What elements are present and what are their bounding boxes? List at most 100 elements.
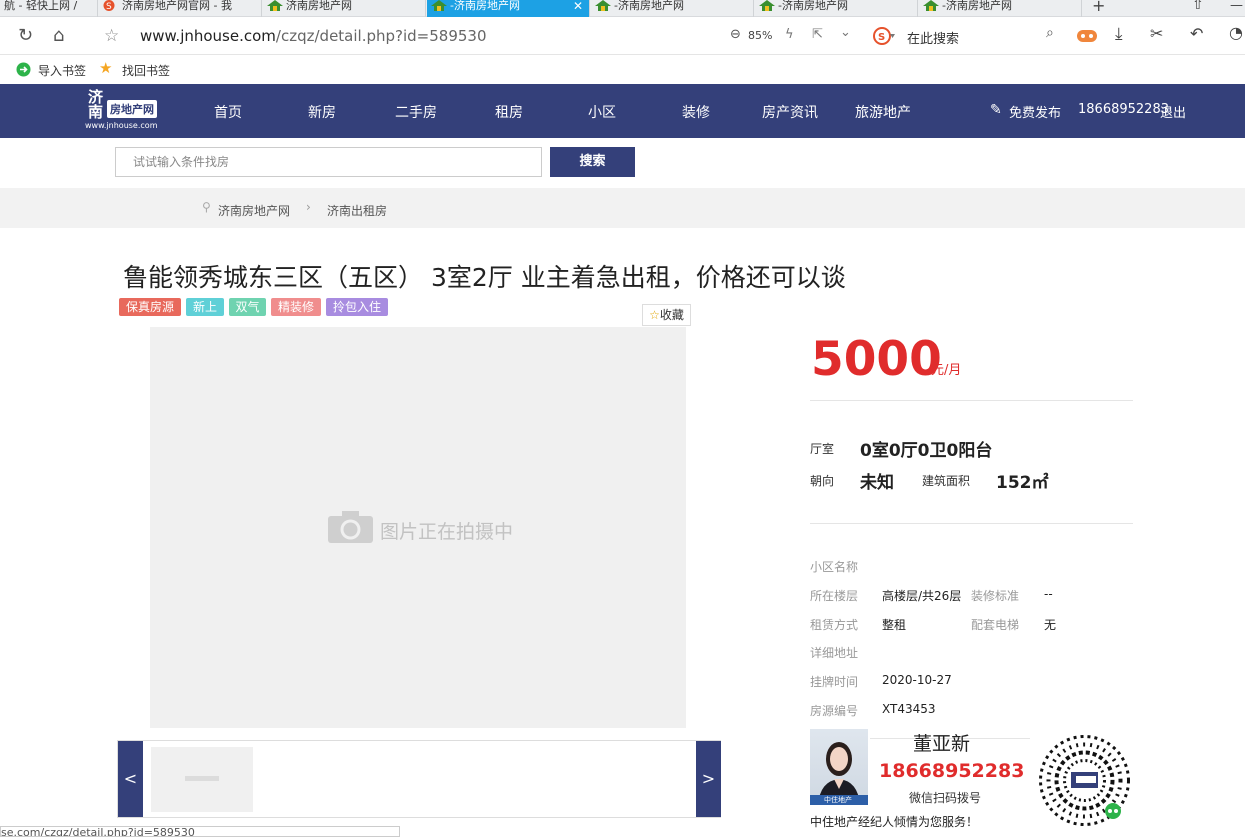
close-tab-icon[interactable]: ✕ <box>573 0 583 12</box>
undo-icon[interactable]: ↶ <box>1190 24 1203 43</box>
download-icon[interactable]: ⤓ <box>1115 24 1123 44</box>
import-icon <box>16 62 31 80</box>
nav-second-hand[interactable]: 二手房 <box>395 102 437 122</box>
status-bar-url: se.com/czqz/detail.php?id=589530 <box>0 826 400 837</box>
listing-code-label: 房源编号 <box>810 704 859 718</box>
nav-new-house[interactable]: 新房 <box>308 102 336 122</box>
agent-portrait-icon <box>810 742 868 805</box>
zoom-level[interactable]: 85% <box>748 29 772 42</box>
layout-value: 0室0厅0卫0阳台 <box>860 441 993 461</box>
location-pin-icon: ⚲ <box>202 200 211 214</box>
house-favicon-icon <box>595 0 611 11</box>
next-photo-button[interactable]: > <box>696 741 721 817</box>
tag-dual-gas: 双气 <box>229 298 266 316</box>
breadcrumb: ⚲ 济南房地产网 › 济南出租房 <box>0 188 1245 228</box>
zoom-icon[interactable]: ⊖ <box>730 27 741 42</box>
logout-link[interactable]: 退出 <box>1160 102 1186 121</box>
tab-label: -济南房地产网 <box>614 0 684 12</box>
address-label: 详细地址 <box>810 646 859 660</box>
browser-search-input[interactable]: 在此搜索 <box>907 28 959 47</box>
scissors-icon[interactable]: ✂ <box>1150 24 1163 43</box>
pin-icon[interactable]: ⇧ <box>1192 0 1204 13</box>
breadcrumb-home[interactable]: 济南房地产网 <box>218 202 290 219</box>
sogou-icon: S <box>103 0 117 12</box>
decor-label: 装修标准 <box>971 589 1020 603</box>
tab-label: -济南房地产网 <box>450 0 520 12</box>
share-icon[interactable]: ⇱ <box>812 27 823 42</box>
minimize-icon[interactable]: — <box>1230 0 1243 13</box>
bookmark-import[interactable]: 导入书签 <box>38 62 86 79</box>
url-host: www.jnhouse.com <box>140 27 276 45</box>
main-photo[interactable]: 图片正在拍摄中 <box>150 327 686 728</box>
browser-tab-active[interactable]: -济南房地产网 ✕ <box>427 0 590 17</box>
area-label: 建筑面积 <box>922 474 971 488</box>
nav-decoration[interactable]: 装修 <box>682 102 710 122</box>
decor-value: -- <box>1044 587 1053 601</box>
house-favicon-icon <box>923 0 939 11</box>
user-phone[interactable]: 18668952283 <box>1078 102 1169 117</box>
prev-photo-button[interactable]: < <box>118 741 143 817</box>
floor-label: 所在楼层 <box>810 589 859 603</box>
browser-tab[interactable]: 航 - 轻快上网 / <box>0 0 98 17</box>
bookmark-recover[interactable]: 找回书签 <box>122 62 170 79</box>
new-tab-button[interactable]: + <box>1092 0 1105 15</box>
site-logo[interactable]: 济南 房地产网 www.jnhouse.com <box>85 90 161 134</box>
nav-news[interactable]: 房产资讯 <box>762 102 818 122</box>
agent-avatar[interactable]: 中住地产 <box>810 729 868 805</box>
reload-icon[interactable]: ↻ <box>18 24 33 48</box>
nav-tourism[interactable]: 旅游地产 <box>855 102 911 122</box>
chevron-right-icon: › <box>306 200 311 214</box>
elevator-label: 配套电梯 <box>971 618 1020 632</box>
tab-label: 航 - 轻快上网 / <box>4 0 78 12</box>
browser-tab[interactable]: -济南房地产网 <box>755 0 918 17</box>
orientation-value: 未知 <box>860 473 894 493</box>
photo-placeholder-text: 图片正在拍摄中 <box>380 521 514 543</box>
menu-icon[interactable]: ◔ <box>1229 23 1243 42</box>
star-icon: ★ <box>99 59 113 77</box>
tag-verified: 保真房源 <box>119 298 181 316</box>
browser-tab[interactable]: 济南房地产网 <box>263 0 426 17</box>
publish-link[interactable]: 免费发布 <box>1009 102 1061 121</box>
browser-tab[interactable]: -济南房地产网 <box>591 0 754 17</box>
agent-phone[interactable]: 18668952283 <box>879 760 1024 782</box>
breadcrumb-rent[interactable]: 济南出租房 <box>327 202 387 219</box>
sogou-search-icon[interactable]: S <box>873 27 895 49</box>
tab-label: 济南房地产网 <box>286 0 352 12</box>
elevator-value: 无 <box>1044 618 1057 632</box>
browser-tab[interactable]: -济南房地产网 <box>919 0 1082 17</box>
star-bookmark-icon[interactable]: ☆ <box>104 24 119 48</box>
nav-home[interactable]: 首页 <box>214 102 242 122</box>
house-search-input[interactable]: 试试输入条件找房 <box>115 147 542 177</box>
wechat-qr-code[interactable] <box>1037 733 1132 828</box>
favorite-label: 收藏 <box>659 308 684 322</box>
thumbnail-strip: < > <box>117 740 721 818</box>
house-favicon-icon <box>431 0 447 11</box>
listing-title: 鲁能领秀城东三区（五区） 3室2厅 业主着急出租，价格还可以谈 <box>123 263 846 292</box>
list-date-label: 挂牌时间 <box>810 675 859 689</box>
search-button[interactable]: 搜索 <box>550 147 635 177</box>
divider <box>810 523 1133 524</box>
svg-text:S: S <box>106 2 112 11</box>
search-icon[interactable]: ⌕ <box>1046 25 1054 41</box>
nav-rent[interactable]: 租房 <box>495 102 523 122</box>
bookmark-bar: 导入书签 ★ 找回书签 <box>0 56 1245 83</box>
logo-city: 济南 <box>88 88 104 121</box>
tag-move-in: 拎包入住 <box>326 298 388 316</box>
svg-text:S: S <box>878 32 885 43</box>
address-bar: ↻ ⌂ ☆ www.jnhouse.com/czqz/detail.php?id… <box>0 18 1245 55</box>
url-field[interactable]: www.jnhouse.com/czqz/detail.php?id=58953… <box>140 27 487 45</box>
chevron-down-icon[interactable]: ⌄ <box>840 25 851 40</box>
agent-name: 董亚新 <box>913 733 971 755</box>
thumbnail[interactable] <box>151 747 253 812</box>
favorite-button[interactable]: ☆收藏 <box>642 304 691 326</box>
logo-url: www.jnhouse.com <box>85 121 158 130</box>
browser-tab[interactable]: S 济南房地产网官网 - 我 <box>99 0 262 17</box>
home-icon[interactable]: ⌂ <box>53 24 64 48</box>
flash-icon[interactable]: ϟ <box>785 27 794 42</box>
floor-value: 高楼层/共26层 <box>882 589 962 603</box>
house-favicon-icon <box>759 0 775 11</box>
house-favicon-icon <box>267 0 283 11</box>
tab-label: -济南房地产网 <box>942 0 1012 12</box>
nav-community[interactable]: 小区 <box>588 102 616 122</box>
game-icon[interactable] <box>1076 28 1098 48</box>
